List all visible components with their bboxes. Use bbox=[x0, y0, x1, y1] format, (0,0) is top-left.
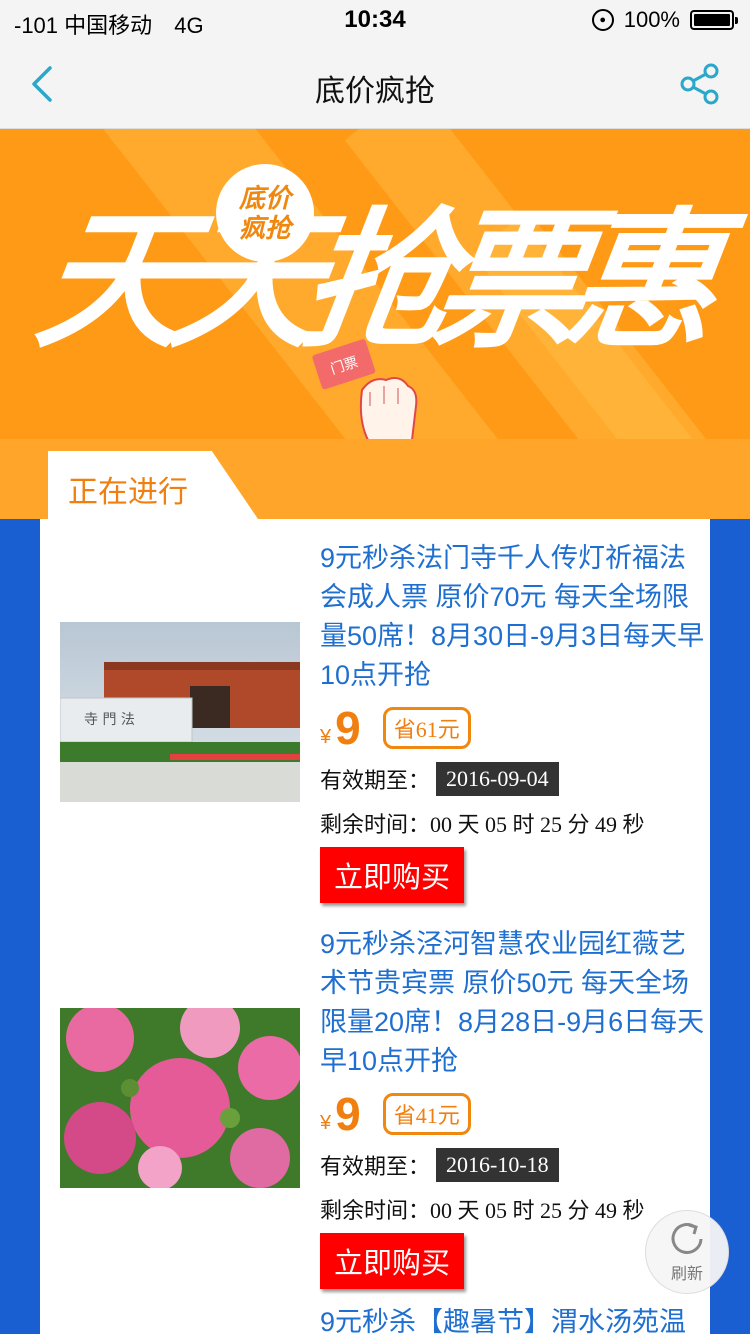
buy-now-button[interactable]: 立即购买 bbox=[320, 1233, 465, 1289]
price-row: ¥ 9 省41元 bbox=[320, 1088, 710, 1140]
price-row: ¥ 9 省61元 bbox=[320, 702, 710, 754]
deal-image[interactable]: 寺 門 法 bbox=[60, 622, 300, 802]
tab-ongoing-label: 正在进行 bbox=[68, 476, 188, 509]
list-item[interactable]: 9元秒杀【趣暑节】渭水汤苑温 bbox=[40, 1303, 710, 1334]
battery-icon bbox=[690, 10, 738, 30]
buy-now-button[interactable]: 立即购买 bbox=[320, 847, 465, 903]
fist-ticket-icon: 门票 bbox=[312, 339, 418, 440]
valid-until-date: 2016-10-18 bbox=[436, 1148, 559, 1182]
valid-until-row: 有效期至： 2016-09-04 bbox=[320, 761, 710, 797]
refresh-button[interactable]: 刷新 bbox=[645, 1210, 729, 1294]
saving-badge: 省41元 bbox=[382, 1093, 471, 1135]
deal-title[interactable]: 9元秒杀法门寺千人传灯祈福法会成人票 原价70元 每天全场限量50席！8月30日… bbox=[320, 539, 710, 695]
deal-info: 9元秒杀【趣暑节】渭水汤苑温 bbox=[320, 1303, 710, 1334]
currency-symbol: ¥ bbox=[320, 725, 332, 748]
valid-until-date: 2016-09-04 bbox=[436, 762, 559, 796]
badge-line-2: 疯抢 bbox=[238, 213, 291, 243]
svg-text:寺 門 法: 寺 門 法 bbox=[84, 712, 135, 728]
valid-until-label: 有效期至： bbox=[320, 1154, 431, 1179]
remaining-time-value: 00 天 05 时 25 分 49 秒 bbox=[430, 812, 645, 837]
remaining-time-label: 剩余时间： bbox=[320, 812, 431, 837]
refresh-label: 刷新 bbox=[670, 1266, 703, 1283]
deal-info: 9元秒杀法门寺千人传灯祈福法会成人票 原价70元 每天全场限量50席！8月30日… bbox=[320, 539, 710, 903]
share-icon bbox=[680, 63, 719, 105]
banner-badge: 底价 疯抢 bbox=[216, 164, 314, 262]
deal-title[interactable]: 9元秒杀【趣暑节】渭水汤苑温 bbox=[320, 1303, 710, 1334]
valid-until-row: 有效期至： 2016-10-18 bbox=[320, 1147, 710, 1183]
valid-until-label: 有效期至： bbox=[320, 768, 431, 793]
deal-price: 9 bbox=[335, 702, 361, 754]
remaining-time-value: 00 天 05 时 25 分 49 秒 bbox=[430, 1198, 645, 1223]
nav-bar: 底价疯抢 bbox=[0, 40, 750, 129]
refresh-icon bbox=[671, 1223, 703, 1254]
deal-list: 寺 門 法 9元秒杀法门寺千人传灯祈福法会成人票 原价70元 每天全场限量50席… bbox=[40, 519, 710, 1334]
page-title: 底价疯抢 bbox=[315, 75, 435, 108]
remaining-time-row: 剩余时间： 00 天 05 时 25 分 49 秒 bbox=[320, 805, 710, 841]
rotation-lock-icon: ● bbox=[591, 9, 614, 31]
status-bar: -101 中国移动 4G 10:34 ● 100% bbox=[0, 0, 750, 40]
share-button[interactable] bbox=[678, 62, 722, 106]
battery-percent: 100% bbox=[623, 7, 680, 32]
deal-price: 9 bbox=[335, 1088, 361, 1140]
list-item[interactable]: 9元秒杀泾河智慧农业园红薇艺术节贵宾票 原价50元 每天全场限量20席！8月28… bbox=[40, 925, 710, 1305]
badge-line-1: 底价 bbox=[238, 183, 291, 213]
currency-symbol: ¥ bbox=[320, 1111, 332, 1134]
deal-title[interactable]: 9元秒杀泾河智慧农业园红薇艺术节贵宾票 原价50元 每天全场限量20席！8月28… bbox=[320, 925, 710, 1081]
deal-image[interactable] bbox=[60, 1008, 300, 1188]
remaining-time-label: 剩余时间： bbox=[320, 1198, 431, 1223]
status-right: ● 100% bbox=[591, 7, 738, 33]
list-item[interactable]: 寺 門 法 9元秒杀法门寺千人传灯祈福法会成人票 原价70元 每天全场限量50席… bbox=[40, 539, 710, 903]
saving-badge: 省61元 bbox=[382, 707, 471, 749]
status-tabs: 正在进行 bbox=[0, 439, 750, 519]
